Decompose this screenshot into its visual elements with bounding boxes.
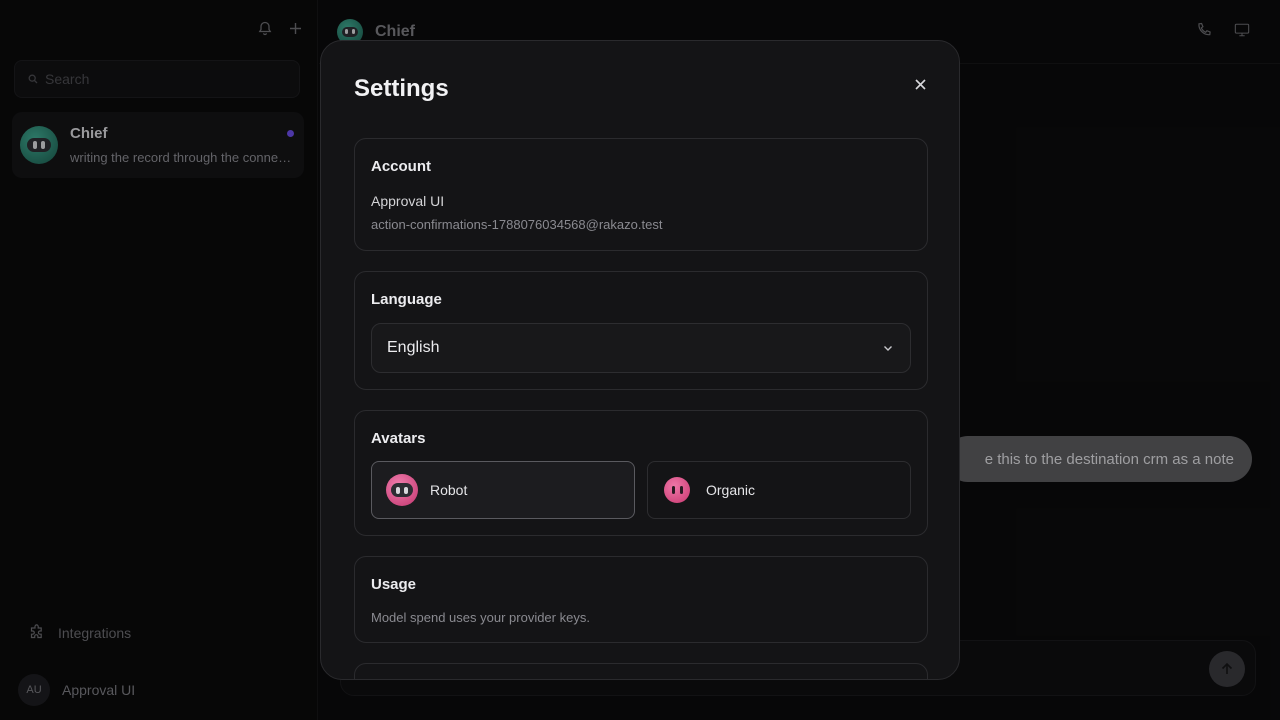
account-card: Account Approval UI action-confirmations… [354, 138, 928, 251]
language-selected-value: English [387, 339, 440, 356]
chevron-down-icon [884, 346, 892, 351]
robot-avatar-icon [386, 474, 418, 506]
account-name: Approval UI [371, 193, 445, 209]
account-title: Account [371, 158, 431, 175]
language-select[interactable]: English [371, 323, 911, 373]
avatar-option-organic[interactable]: Organic [647, 461, 911, 519]
usage-title: Usage [371, 576, 417, 593]
avatar-option-robot[interactable]: Robot [371, 461, 635, 519]
usage-note: Model spend uses your provider keys. [371, 610, 590, 625]
organic-avatar-icon [664, 477, 690, 503]
account-email: action-confirmations-1788076034568@rakaz… [371, 217, 663, 232]
avatar-option-label: Robot [430, 482, 468, 498]
language-title: Language [371, 291, 442, 308]
avatar-option-label: Organic [706, 482, 756, 498]
language-card: Language English [354, 271, 928, 390]
usage-card: Usage Model spend uses your provider key… [354, 556, 928, 643]
next-card [354, 663, 928, 679]
close-icon [914, 78, 926, 90]
modal-title: Settings [354, 75, 449, 102]
avatars-title: Avatars [371, 430, 426, 447]
avatars-card: Avatars Robot Organic [354, 410, 928, 536]
settings-modal: Settings Account Approval UI action-conf… [320, 40, 960, 680]
close-button[interactable] [911, 75, 929, 93]
